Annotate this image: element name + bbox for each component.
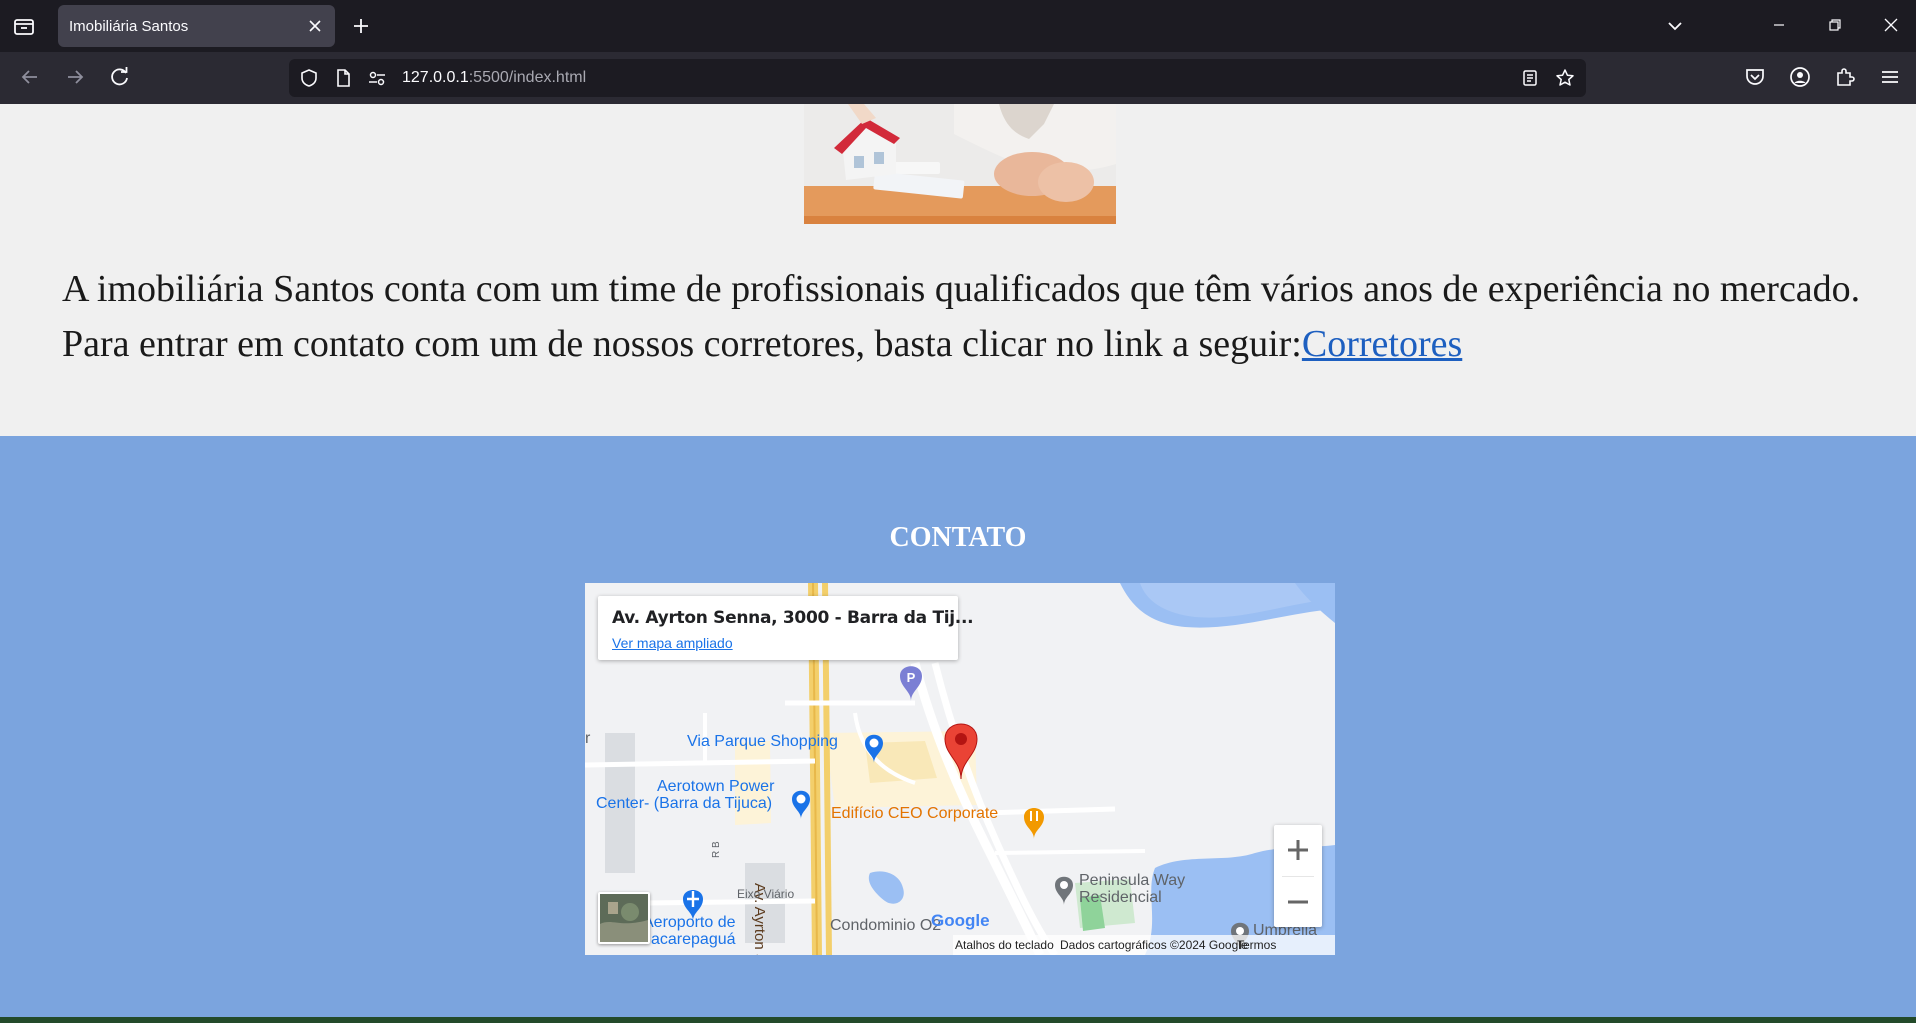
reload-icon[interactable] <box>107 64 133 90</box>
map-label-aerotown-2[interactable]: Center- (Barra da Tijuca) <box>596 795 772 813</box>
zoom-in-button[interactable] <box>1274 825 1322 875</box>
page-content: A imobiliária Santos conta com um time d… <box>0 104 1916 1023</box>
intro-paragraph: A imobiliária Santos conta com um time d… <box>62 262 1862 372</box>
map-label-peninsula-2[interactable]: Residencial <box>1079 889 1162 907</box>
footer-strip <box>0 1017 1916 1023</box>
map-label-peninsula-1[interactable]: Peninsula Way <box>1079 872 1185 890</box>
map-data-credit: Dados cartográficos ©2024 Google <box>1060 938 1248 952</box>
larger-map-link[interactable]: Ver mapa ampliado <box>612 635 733 651</box>
restore-icon[interactable] <box>1824 14 1846 36</box>
minimize-icon[interactable] <box>1768 14 1790 36</box>
back-icon[interactable] <box>17 64 43 90</box>
map-label-airport-2[interactable]: Jacarepaguá <box>643 931 736 949</box>
new-tab-icon[interactable] <box>350 15 372 37</box>
pocket-icon[interactable] <box>1743 65 1767 89</box>
extensions-icon[interactable] <box>1833 65 1857 89</box>
map-label-airport-1[interactable]: Aeroporto de <box>643 914 736 932</box>
menu-icon[interactable] <box>1878 65 1902 89</box>
map-label-condominio: Condominio O2 <box>830 917 942 934</box>
close-window-icon[interactable] <box>1880 14 1902 36</box>
bookmark-star-icon[interactable] <box>1555 68 1575 88</box>
map-label-via-parque[interactable]: Via Parque Shopping <box>687 733 838 751</box>
address-bar[interactable]: 127.0.0.1:5500/index.html <box>289 59 1586 97</box>
page-icon[interactable] <box>333 68 353 88</box>
house-agent-photo <box>804 104 1116 224</box>
svg-text:P: P <box>907 670 916 685</box>
map-label-aerotown-1[interactable]: Aerotown Power <box>657 778 774 796</box>
url-text[interactable]: 127.0.0.1:5500/index.html <box>402 69 586 87</box>
account-icon[interactable] <box>1788 65 1812 89</box>
google-logo: Google <box>931 911 990 931</box>
map-info-card: Av. Ayrton Senna, 3000 - Barra da Tij...… <box>598 596 974 660</box>
map-label-eixo: Eixo Viário <box>737 887 795 901</box>
map-label-ceo[interactable]: Edifício CEO Corporate <box>831 805 998 823</box>
keyboard-shortcuts-link[interactable]: Atalhos do teclado <box>955 938 1054 952</box>
url-host: 127.0.0.1 <box>402 69 469 86</box>
site-permissions-icon[interactable] <box>367 68 387 88</box>
shield-icon[interactable] <box>299 68 319 88</box>
satellite-toggle-thumbnail[interactable] <box>598 892 650 944</box>
forward-icon[interactable] <box>62 64 88 90</box>
tab-list-icon[interactable] <box>12 15 36 37</box>
map-attribution-bar: Atalhos do teclado Dados cartográficos ©… <box>953 935 1335 955</box>
url-path: :5500/index.html <box>468 69 587 86</box>
google-map-embed[interactable]: P Via Parque Shopping Aerotown Power Cen… <box>585 583 1335 955</box>
contact-title: CONTATO <box>889 522 1027 553</box>
zoom-controls <box>1274 825 1322 927</box>
terms-link[interactable]: Termos <box>1237 938 1276 952</box>
browser-navbar: 127.0.0.1:5500/index.html <box>0 52 1916 104</box>
reader-view-icon[interactable] <box>1520 68 1540 88</box>
map-address: Av. Ayrton Senna, 3000 - Barra da Tij... <box>612 608 974 628</box>
google-logo-text: Google <box>931 911 990 930</box>
browser-titlebar: Imobiliária Santos <box>0 0 1916 52</box>
chevron-down-icon[interactable] <box>1664 15 1686 37</box>
intro-text: A imobiliária Santos conta com um time d… <box>62 268 1861 365</box>
close-tab-icon[interactable] <box>305 16 325 36</box>
map-label-rb: R B <box>711 841 722 858</box>
corretores-link[interactable]: Corretores <box>1302 323 1462 365</box>
tab-title: Imobiliária Santos <box>69 18 189 35</box>
zoom-out-button[interactable] <box>1274 877 1322 927</box>
active-tab[interactable]: Imobiliária Santos <box>58 5 335 47</box>
map-label-edge: r <box>585 730 591 747</box>
